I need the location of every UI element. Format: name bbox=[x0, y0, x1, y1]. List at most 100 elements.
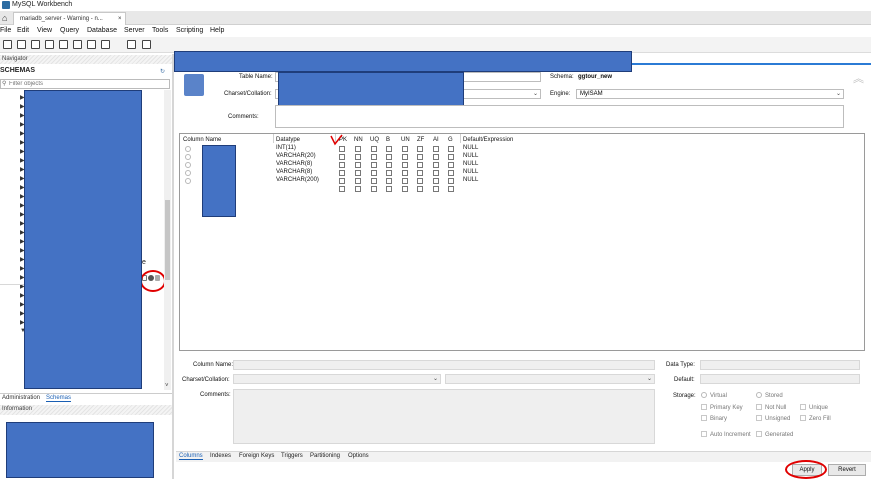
header-uq[interactable]: UQ bbox=[370, 137, 379, 143]
g-checkbox[interactable] bbox=[448, 162, 454, 168]
collapse-header-icon[interactable]: ︽ bbox=[853, 70, 864, 86]
zf-checkbox[interactable] bbox=[417, 154, 423, 160]
pk-checkbox[interactable] bbox=[339, 186, 345, 192]
pk-checkbox[interactable] bbox=[339, 170, 345, 176]
uq-checkbox[interactable] bbox=[371, 186, 377, 192]
ai-checkbox[interactable] bbox=[433, 178, 439, 184]
not-null-checkbox[interactable] bbox=[756, 404, 762, 410]
ai-checkbox[interactable] bbox=[433, 154, 439, 160]
create-function-icon[interactable] bbox=[101, 40, 110, 49]
un-checkbox[interactable] bbox=[402, 170, 408, 176]
zf-checkbox[interactable] bbox=[417, 170, 423, 176]
un-checkbox[interactable] bbox=[402, 162, 408, 168]
unique-checkbox[interactable] bbox=[800, 404, 806, 410]
auto-increment-checkbox[interactable] bbox=[701, 431, 707, 437]
un-checkbox[interactable] bbox=[402, 146, 408, 152]
un-checkbox[interactable] bbox=[402, 178, 408, 184]
ai-checkbox[interactable] bbox=[433, 162, 439, 168]
b-checkbox[interactable] bbox=[386, 186, 392, 192]
uq-checkbox[interactable] bbox=[371, 146, 377, 152]
table-row[interactable]: INT(11) NULL bbox=[180, 145, 864, 153]
pk-checkbox[interactable] bbox=[339, 178, 345, 184]
home-icon[interactable]: ⌂ bbox=[2, 13, 7, 23]
pk-checkbox[interactable] bbox=[339, 146, 345, 152]
tab-schemas[interactable]: Schemas bbox=[46, 395, 72, 402]
tab-triggers[interactable]: Triggers bbox=[281, 453, 303, 459]
b-checkbox[interactable] bbox=[386, 162, 392, 168]
create-schema-icon[interactable] bbox=[45, 40, 54, 49]
virtual-radio[interactable] bbox=[701, 392, 707, 398]
zf-checkbox[interactable] bbox=[417, 162, 423, 168]
stored-radio[interactable] bbox=[756, 392, 762, 398]
table-row[interactable]: VARCHAR(8) NULL bbox=[180, 161, 864, 169]
menu-database[interactable]: Database bbox=[87, 27, 117, 34]
g-checkbox[interactable] bbox=[448, 154, 454, 160]
binary-checkbox[interactable] bbox=[701, 415, 707, 421]
search-table-icon[interactable] bbox=[127, 40, 136, 49]
pk-checkbox[interactable] bbox=[339, 162, 345, 168]
navigator-scroll-thumb[interactable] bbox=[165, 200, 170, 280]
zero-fill-checkbox[interactable] bbox=[800, 415, 806, 421]
ai-checkbox[interactable] bbox=[433, 170, 439, 176]
ai-checkbox[interactable] bbox=[433, 186, 439, 192]
inspector-icon[interactable] bbox=[31, 40, 40, 49]
b-checkbox[interactable] bbox=[386, 146, 392, 152]
panel-splitter[interactable] bbox=[172, 54, 174, 479]
header-b[interactable]: B bbox=[386, 137, 390, 143]
header-nn[interactable]: NN bbox=[354, 137, 363, 143]
header-datatype[interactable]: Datatype bbox=[276, 137, 300, 143]
table-row[interactable]: VARCHAR(20) NULL bbox=[180, 153, 864, 161]
un-checkbox[interactable] bbox=[402, 186, 408, 192]
menu-tools[interactable]: Tools bbox=[152, 27, 168, 34]
header-default[interactable]: Default/Expression bbox=[463, 137, 513, 143]
zf-checkbox[interactable] bbox=[417, 186, 423, 192]
unsigned-checkbox[interactable] bbox=[756, 415, 762, 421]
nn-checkbox[interactable] bbox=[355, 146, 361, 152]
new-column-row[interactable] bbox=[180, 185, 864, 193]
nn-checkbox[interactable] bbox=[355, 170, 361, 176]
zf-checkbox[interactable] bbox=[417, 146, 423, 152]
menu-view[interactable]: View bbox=[37, 27, 52, 34]
default-cell[interactable]: NULL bbox=[463, 177, 478, 183]
reconnect-icon[interactable] bbox=[142, 40, 151, 49]
table-comments-textarea[interactable] bbox=[275, 105, 844, 128]
engine-select[interactable]: MyISAM ⌄ bbox=[576, 89, 844, 99]
b-checkbox[interactable] bbox=[386, 170, 392, 176]
uq-checkbox[interactable] bbox=[371, 162, 377, 168]
open-sql-icon[interactable] bbox=[17, 40, 26, 49]
menu-query[interactable]: Query bbox=[60, 27, 79, 34]
menu-scripting[interactable]: Scripting bbox=[176, 27, 203, 34]
scroll-down-icon[interactable]: ˅ bbox=[165, 383, 169, 389]
b-checkbox[interactable] bbox=[386, 178, 392, 184]
menu-server[interactable]: Server bbox=[124, 27, 145, 34]
tab-partitioning[interactable]: Partitioning bbox=[310, 453, 340, 459]
column-comments-textarea[interactable] bbox=[233, 389, 655, 444]
menu-edit[interactable]: Edit bbox=[17, 27, 29, 34]
create-view-icon[interactable] bbox=[73, 40, 82, 49]
default-cell[interactable]: NULL bbox=[463, 145, 478, 151]
table-row[interactable]: VARCHAR(8) NULL bbox=[180, 169, 864, 177]
tab-options[interactable]: Options bbox=[348, 453, 369, 459]
uq-checkbox[interactable] bbox=[371, 178, 377, 184]
datatype-cell[interactable]: VARCHAR(8) bbox=[276, 161, 312, 167]
tab-foreign-keys[interactable]: Foreign Keys bbox=[239, 453, 274, 459]
close-tab-icon[interactable]: × bbox=[118, 16, 122, 22]
nn-checkbox[interactable] bbox=[355, 162, 361, 168]
tab-columns[interactable]: Columns bbox=[179, 453, 203, 460]
default-input[interactable] bbox=[700, 374, 860, 384]
g-checkbox[interactable] bbox=[448, 186, 454, 192]
menu-file[interactable]: File bbox=[0, 27, 11, 34]
generated-checkbox[interactable] bbox=[756, 431, 762, 437]
datatype-cell[interactable]: VARCHAR(8) bbox=[276, 169, 312, 175]
filter-objects-field[interactable]: ⚲ bbox=[0, 79, 170, 89]
uq-checkbox[interactable] bbox=[371, 170, 377, 176]
create-table-icon[interactable] bbox=[59, 40, 68, 49]
table-row[interactable]: VARCHAR(200) NULL bbox=[180, 177, 864, 185]
un-checkbox[interactable] bbox=[402, 154, 408, 160]
header-column-name[interactable]: Column Name bbox=[183, 137, 221, 143]
g-checkbox[interactable] bbox=[448, 178, 454, 184]
nn-checkbox[interactable] bbox=[355, 154, 361, 160]
ai-checkbox[interactable] bbox=[433, 146, 439, 152]
g-checkbox[interactable] bbox=[448, 146, 454, 152]
default-cell[interactable]: NULL bbox=[463, 161, 478, 167]
